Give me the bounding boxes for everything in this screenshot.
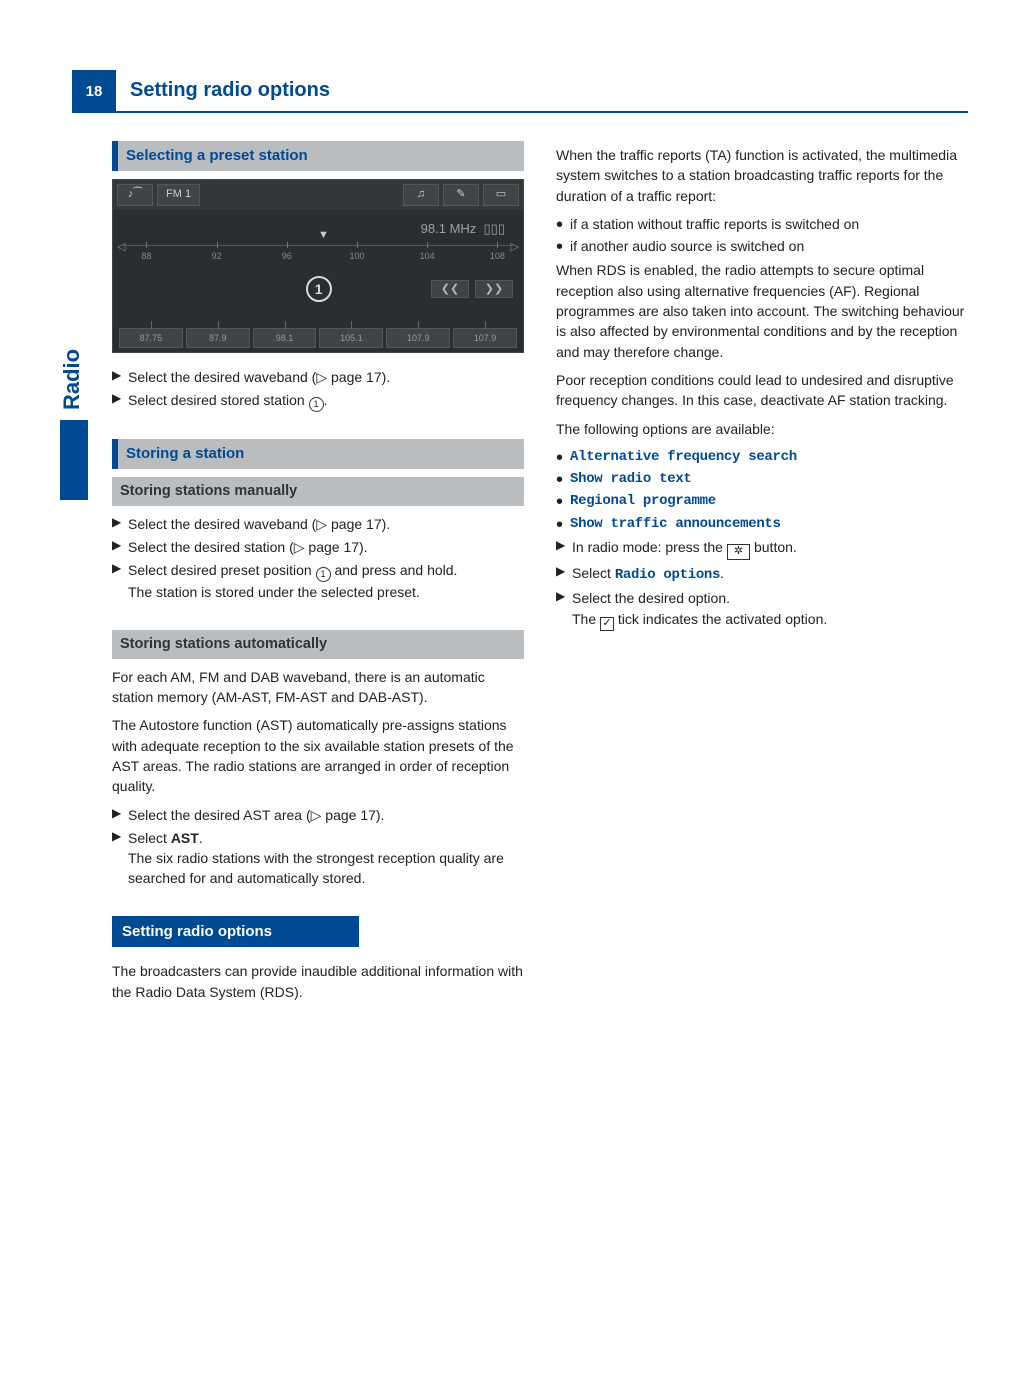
preset-3: 98.1 (253, 328, 317, 348)
radio-mode-icon: ♪⁀ (117, 184, 153, 206)
list-item: • Show radio text (556, 469, 968, 489)
heading-storing-station: Storing a station (112, 439, 524, 469)
list-item: • Alternative frequency search (556, 447, 968, 467)
left-column: Selecting a preset station ♪⁀ FM 1 ♫ ✎ ▭… (112, 141, 524, 1010)
paragraph: The broadcasters can provide inaudible a… (112, 961, 524, 1002)
list-item: • if another audio source is switched on (556, 236, 968, 256)
step: ▶ In radio mode: press the ✲ button. (556, 537, 968, 560)
step-marker-icon: ▶ (112, 367, 128, 387)
side-tab-label: Radio (56, 349, 88, 410)
preset-2: 87.9 (186, 328, 250, 348)
music-note-icon: ♫ (403, 184, 439, 206)
paragraph: When RDS is enabled, the radio attempts … (556, 260, 968, 361)
paragraph: When the traffic reports (TA) function i… (556, 145, 968, 206)
signal-icon: ▯▯▯ (484, 221, 505, 236)
band-label: FM 1 (157, 184, 200, 206)
bullet-icon: • (556, 214, 570, 234)
next-button: ❯❯ (475, 280, 513, 298)
step-marker-icon: ▶ (556, 588, 572, 630)
step: ▶ Select the desired waveband (▷ page 17… (112, 514, 524, 534)
step-marker-icon: ▶ (112, 537, 128, 557)
paragraph: Poor reception conditions could lead to … (556, 370, 968, 411)
callout-1-ref: 1 (309, 397, 324, 412)
paragraph: For each AM, FM and DAB waveband, there … (112, 667, 524, 708)
bullet-icon: • (556, 491, 570, 511)
bullet-icon: • (556, 447, 570, 467)
step-marker-icon: ▶ (112, 390, 128, 412)
step: ▶ Select the desired AST area (▷ page 17… (112, 805, 524, 825)
step: ▶ Select desired stored station 1. (112, 390, 524, 412)
step: ▶ Select the desired waveband (▷ page 17… (112, 367, 524, 387)
bullet-icon: • (556, 469, 570, 489)
prev-button: ❮❮ (431, 280, 469, 298)
step: ▶ Select the desired station (▷ page 17)… (112, 537, 524, 557)
page-header: 18 Setting radio options (72, 70, 968, 113)
step: ▶ Select the desired option. The ✓ tick … (556, 588, 968, 630)
heading-setting-radio-options: Setting radio options (112, 916, 359, 948)
preset-6: 107.9 (453, 328, 517, 348)
step: ▶ Select AST. The six radio stations wit… (112, 828, 524, 889)
checkbox-icon: ✓ (600, 617, 614, 631)
gear-icon: ✲ (727, 544, 750, 560)
step-marker-icon: ▶ (112, 514, 128, 534)
frequency-scale: ◁ 88 92 96 100 104 108 ▷ ▼ (123, 245, 513, 273)
page-title: Setting radio options (116, 70, 344, 113)
page-number: 18 (72, 70, 116, 113)
step-marker-icon: ▶ (112, 560, 128, 602)
preset-4: 105.1 (319, 328, 383, 348)
side-tab-bg (60, 420, 88, 500)
list-item: • Regional programme (556, 491, 968, 511)
bullet-icon: • (556, 514, 570, 534)
preset-1: 87.75 (119, 328, 183, 348)
heading-storing-manually: Storing stations manually (112, 477, 524, 506)
step-marker-icon: ▶ (556, 563, 572, 585)
tool-icon: ✎ (443, 184, 479, 206)
back-icon: ▭ (483, 184, 519, 206)
callout-1-ref: 1 (316, 567, 331, 582)
callout-1: 1 (306, 276, 332, 302)
right-column: When the traffic reports (TA) function i… (556, 141, 968, 1010)
bullet-icon: • (556, 236, 570, 256)
step-marker-icon: ▶ (112, 805, 128, 825)
list-item: • if a station without traffic reports i… (556, 214, 968, 234)
step: ▶ Select desired preset position 1 and p… (112, 560, 524, 602)
preset-5: 107.9 (386, 328, 450, 348)
step-marker-icon: ▶ (112, 828, 128, 889)
radio-screenshot: ♪⁀ FM 1 ♫ ✎ ▭ 98.1 MHz ▯▯▯ ◁ 88 92 96 10… (112, 179, 524, 353)
step-marker-icon: ▶ (556, 537, 572, 560)
step: ▶ Select Radio options. (556, 563, 968, 585)
list-item: • Show traffic announcements (556, 514, 968, 534)
heading-selecting-preset: Selecting a preset station (112, 141, 524, 171)
heading-storing-auto: Storing stations automatically (112, 630, 524, 659)
paragraph: The Autostore function (AST) automatical… (112, 715, 524, 796)
paragraph: The following options are available: (556, 419, 968, 439)
preset-row: 87.75 87.9 98.1 105.1 107.9 107.9 (119, 328, 517, 348)
